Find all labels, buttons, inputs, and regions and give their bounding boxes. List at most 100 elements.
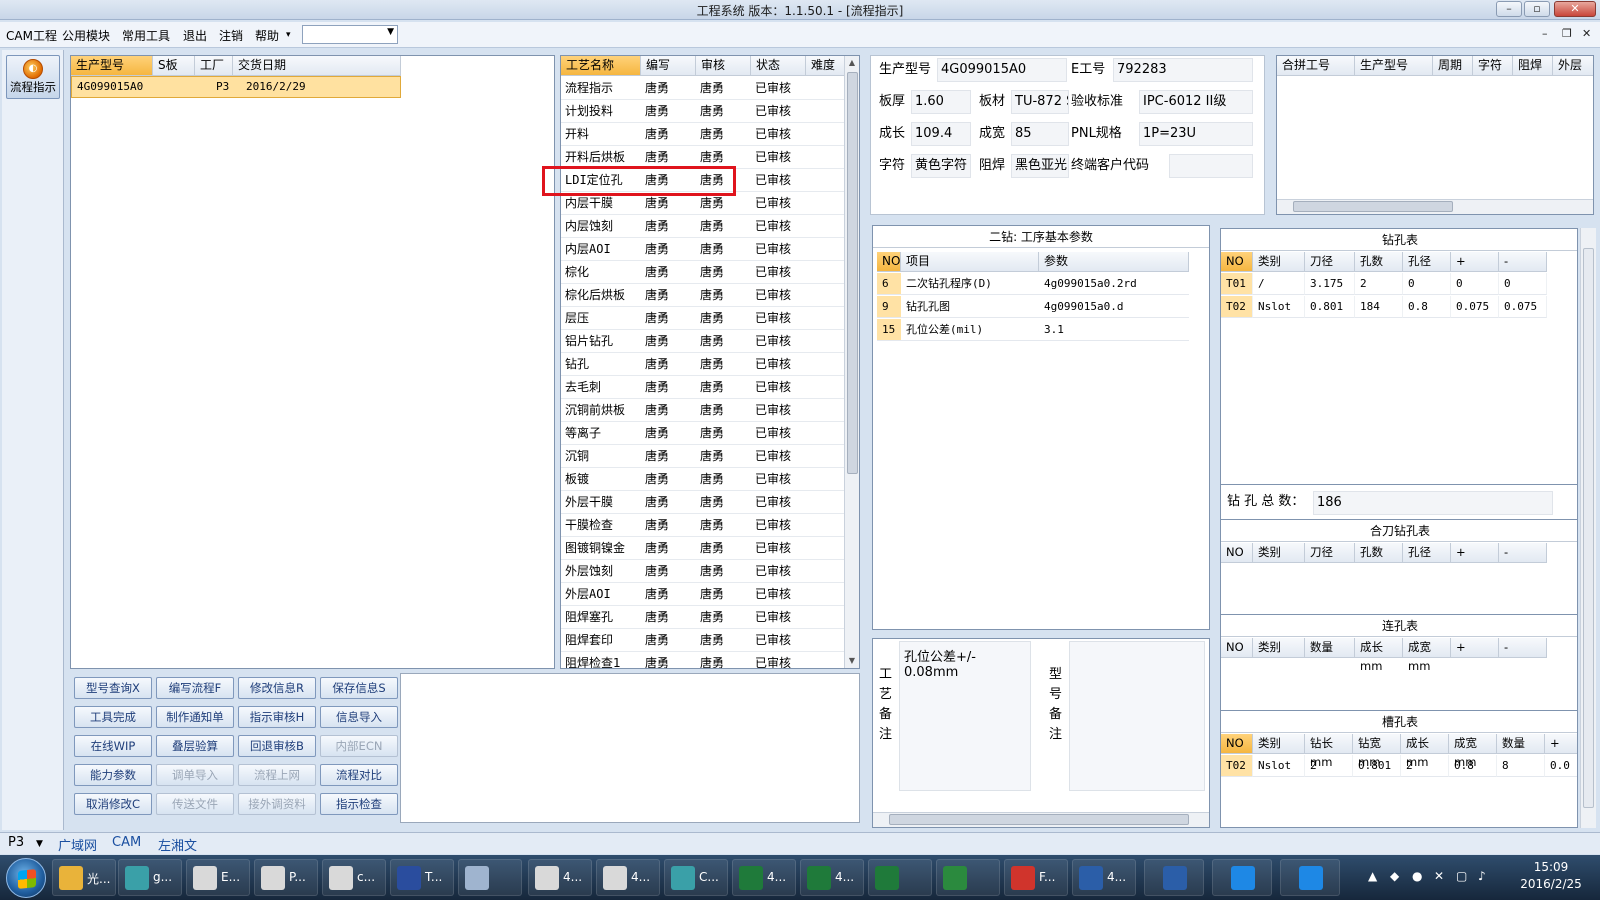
- action-button[interactable]: 工具完成: [74, 706, 152, 728]
- action-button[interactable]: 指示检查: [320, 793, 398, 815]
- table-row[interactable]: 外层干膜 唐勇 唐勇 已审核: [561, 491, 845, 514]
- taskbar-item[interactable]: F...: [1004, 859, 1068, 896]
- link_holes-header[interactable]: 成宽mm: [1403, 638, 1451, 673]
- taskbar-item[interactable]: [458, 859, 522, 896]
- taskbar-item[interactable]: g...: [118, 859, 182, 896]
- action-button[interactable]: 指示审核H: [238, 706, 316, 728]
- action-button[interactable]: 修改信息R: [238, 677, 316, 699]
- drill_table-header[interactable]: 孔径: [1403, 252, 1451, 272]
- table-row[interactable]: 阻焊套印 唐勇 唐勇 已审核: [561, 629, 845, 652]
- taskbar-item[interactable]: C...: [664, 859, 728, 896]
- action-button[interactable]: 流程上网: [238, 764, 316, 786]
- combine-header[interactable]: 周期: [1433, 56, 1473, 76]
- tray-icon[interactable]: ▢: [1456, 869, 1467, 883]
- action-button[interactable]: 取消修改C: [74, 793, 152, 815]
- close-button[interactable]: ✕: [1554, 1, 1596, 17]
- mdi-close-icon[interactable]: ✕: [1582, 27, 1591, 40]
- table-row[interactable]: 外层AOI 唐勇 唐勇 已审核: [561, 583, 845, 606]
- header-model[interactable]: 生产型号: [71, 56, 153, 76]
- table-row[interactable]: 开料 唐勇 唐勇 已审核: [561, 123, 845, 146]
- status-factory[interactable]: P3: [8, 835, 24, 850]
- header-factory[interactable]: 工厂: [195, 56, 233, 76]
- link_holes-header[interactable]: NO: [1221, 638, 1253, 658]
- mdi-restore-icon[interactable]: ❐: [1562, 27, 1572, 40]
- table-row[interactable]: 层压 唐勇 唐勇 已审核: [561, 307, 845, 330]
- drill_table-header[interactable]: -: [1499, 252, 1547, 272]
- taskbar-item[interactable]: 4...: [1072, 859, 1136, 896]
- menu-cam[interactable]: CAM工程: [6, 27, 57, 44]
- drill_table-header[interactable]: 刀径: [1305, 252, 1355, 272]
- hscroll-thumb[interactable]: [1293, 201, 1453, 212]
- table-row[interactable]: 铝片钻孔 唐勇 唐勇 已审核: [561, 330, 845, 353]
- action-button[interactable]: 保存信息S: [320, 677, 398, 699]
- table-row[interactable]: 干膜检查 唐勇 唐勇 已审核: [561, 514, 845, 537]
- action-button[interactable]: 编写流程F: [156, 677, 234, 699]
- link_holes-header[interactable]: 类别: [1253, 638, 1305, 658]
- tray-icon[interactable]: ◆: [1390, 869, 1399, 883]
- taskbar-item[interactable]: 光...: [52, 859, 116, 896]
- drill_table-header[interactable]: 孔数: [1355, 252, 1403, 272]
- action-button[interactable]: 叠层验算: [156, 735, 234, 757]
- header-reviewer[interactable]: 审核: [696, 56, 751, 76]
- drill-param-header[interactable]: 项目: [901, 252, 1039, 272]
- link_holes-header[interactable]: -: [1499, 638, 1547, 658]
- drill-params-table[interactable]: NO 项目 参数 6 二次钻孔程序(D) 4g099015a0.2rd 9 钻孔孔图 4g099…: [877, 252, 1207, 352]
- table-row[interactable]: 板镀 唐勇 唐勇 已审核: [561, 468, 845, 491]
- table-row[interactable]: 棕化后烘板 唐勇 唐勇 已审核: [561, 284, 845, 307]
- slot-hole-table[interactable]: 槽孔表 NO 类别 钻长mm 钻宽mm 成长mm 成宽mm 数量 + T02 Nslot 2 0.801…: [1221, 711, 1577, 827]
- link_holes-header[interactable]: 成长mm: [1355, 638, 1403, 673]
- taskbar-item[interactable]: 4...: [732, 859, 796, 896]
- taskbar-item[interactable]: [1144, 859, 1204, 896]
- slot_holes-header[interactable]: 数量: [1497, 734, 1545, 754]
- combo-drill-table[interactable]: 合刀钻孔表 NO 类别 刀径 孔数 孔径 + -: [1221, 519, 1577, 615]
- taskbar-item[interactable]: T...: [390, 859, 454, 896]
- combo_drill-header[interactable]: 刀径: [1305, 543, 1355, 563]
- notes-hscroll[interactable]: [873, 812, 1209, 827]
- combine-hscroll[interactable]: [1277, 199, 1593, 214]
- table-row[interactable]: 沉铜 唐勇 唐勇 已审核: [561, 445, 845, 468]
- table-row[interactable]: 钻孔 唐勇 唐勇 已审核: [561, 353, 845, 376]
- slot_holes-header[interactable]: 成宽mm: [1449, 734, 1497, 769]
- length-value[interactable]: 109.4: [911, 122, 971, 146]
- scroll-thumb[interactable]: [847, 72, 858, 474]
- action-button[interactable]: 回退审核B: [238, 735, 316, 757]
- combine-header[interactable]: 阻焊: [1513, 56, 1553, 76]
- drill-total-value[interactable]: 186: [1313, 491, 1553, 515]
- taskbar-item[interactable]: E...: [186, 859, 250, 896]
- width-value[interactable]: 85: [1011, 122, 1069, 146]
- drill-param-header[interactable]: NO: [877, 252, 901, 272]
- menu-common-module[interactable]: 公用模块: [62, 27, 110, 44]
- action-button[interactable]: 内部ECN: [320, 735, 398, 757]
- header-difficulty[interactable]: 难度: [806, 56, 846, 76]
- help-dropdown-icon[interactable]: ▾: [286, 30, 291, 40]
- table-row[interactable]: 等离子 唐勇 唐勇 已审核: [561, 422, 845, 445]
- header-process-name[interactable]: 工艺名称: [561, 56, 641, 76]
- process-notes-text[interactable]: 孔位公差+/- 0.08mm: [899, 641, 1031, 791]
- action-button[interactable]: 能力参数: [74, 764, 152, 786]
- model-value[interactable]: 4G099015A0: [937, 58, 1067, 82]
- drill_table-header[interactable]: +: [1451, 252, 1499, 272]
- taskbar-item[interactable]: P...: [254, 859, 318, 896]
- pnl-value[interactable]: 1P=23U: [1139, 122, 1253, 146]
- menu-exit[interactable]: 退出: [183, 27, 207, 44]
- start-button[interactable]: [6, 858, 46, 898]
- material-value[interactable]: TU-872 S: [1011, 90, 1069, 114]
- taskbar-item[interactable]: [936, 859, 1000, 896]
- drill-table[interactable]: 钻孔表 NO 类别 刀径 孔数 孔径 + - T01/3.175 2 0 0 0 T02 Nslot 0.80…: [1221, 229, 1577, 485]
- eno-value[interactable]: 792283: [1113, 58, 1253, 82]
- table-row[interactable]: 4G099015A0 P3 2016/2/29: [71, 76, 401, 98]
- notes-hscroll-thumb[interactable]: [889, 814, 1189, 825]
- combine-header[interactable]: 字符: [1473, 56, 1513, 76]
- action-button[interactable]: 接外调资料: [238, 793, 316, 815]
- process-grid[interactable]: 工艺名称 编写 审核 状态 难度 流程指示 唐勇 唐勇 已审核 计划投料 唐勇 唐勇 已审核开…: [560, 55, 860, 669]
- drill_table-header[interactable]: 类别: [1253, 252, 1305, 272]
- combo_drill-header[interactable]: -: [1499, 543, 1547, 563]
- header-delivery-date[interactable]: 交货日期: [233, 56, 401, 76]
- table-row[interactable]: 阻焊塞孔 唐勇 唐勇 已审核: [561, 606, 845, 629]
- character-value[interactable]: 黄色字符: [911, 154, 971, 178]
- table-row[interactable]: 外层蚀刻 唐勇 唐勇 已审核: [561, 560, 845, 583]
- header-status[interactable]: 状态: [751, 56, 806, 76]
- action-button[interactable]: 调单导入: [156, 764, 234, 786]
- clock[interactable]: 15:09 2016/2/25: [1516, 859, 1586, 893]
- tray-icon[interactable]: ✕: [1434, 869, 1444, 883]
